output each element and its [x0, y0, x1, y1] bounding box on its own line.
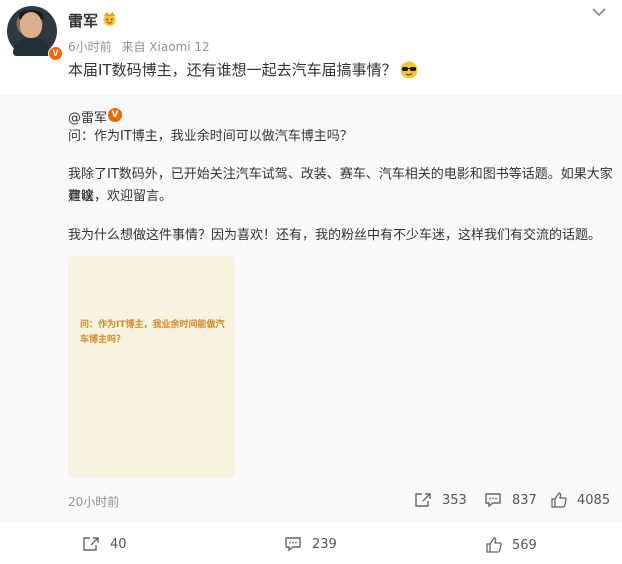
- image-card-text: 问：作为IT博主，我业余时间能做汽车博主吗？: [80, 320, 225, 345]
- share-count: 40: [110, 536, 127, 552]
- repost-comment-button[interactable]: 837: [484, 492, 537, 508]
- like-icon: [486, 537, 502, 553]
- comment-count: 837: [512, 492, 537, 508]
- comment-icon: [285, 537, 301, 552]
- repost-text-line: 建议，欢迎留言。: [68, 189, 173, 204]
- repost-block[interactable]: @雷军 V 问：作为IT博主，我业余时间可以做汽车博主吗？ 我除了IT数码外，已…: [0, 95, 622, 523]
- repost-username[interactable]: @雷军: [68, 107, 107, 126]
- comment-icon: [485, 493, 501, 508]
- comment-button[interactable]: 239: [284, 536, 337, 552]
- share-button[interactable]: 40: [82, 536, 127, 552]
- avatar[interactable]: V: [7, 6, 63, 61]
- post-source: 来自 Xiaomi 12: [121, 40, 210, 54]
- username[interactable]: 雷军: [68, 10, 98, 31]
- post-meta: 6小时前 来自 Xiaomi 12: [68, 38, 216, 55]
- like-button[interactable]: 569: [486, 537, 537, 553]
- like-count: 4085: [577, 492, 611, 508]
- like-icon: [551, 492, 567, 508]
- post-time[interactable]: 6小时前: [68, 40, 112, 54]
- comment-count: 239: [312, 536, 337, 552]
- share-count: 353: [442, 492, 467, 508]
- repost-time[interactable]: 20小时前: [68, 493, 119, 510]
- image-card[interactable]: 问：作为IT博主，我业余时间能做汽车博主吗？: [68, 256, 235, 478]
- repost-text-line: 问：作为IT博主，我业余时间可以做汽车博主吗？: [68, 129, 353, 144]
- weibo-post: V 雷军 6小时前 来自 Xiaomi 12 本届IT数码博主，还有谁想一起去汽…: [0, 0, 622, 564]
- repost-like-button[interactable]: 4085: [551, 492, 610, 508]
- repost-share-button[interactable]: 353: [414, 492, 467, 508]
- verified-badge: V: [48, 46, 63, 61]
- like-count: 569: [512, 537, 537, 553]
- repost-text-line: 我为什么想做这件事情？因为喜欢！还有，我的粉丝中有不少车迷，这样我们有交流的话题…: [68, 228, 602, 243]
- sunglasses-emoji-icon: [400, 61, 418, 79]
- chevron-down-icon[interactable]: [591, 6, 607, 18]
- share-icon: [83, 537, 99, 551]
- share-icon: [415, 493, 431, 507]
- repost-verified-badge: V: [108, 108, 122, 122]
- post-text: 本届IT数码博主，还有谁想一起去汽车届搞事情？: [68, 60, 418, 80]
- crown-icon: [103, 12, 116, 26]
